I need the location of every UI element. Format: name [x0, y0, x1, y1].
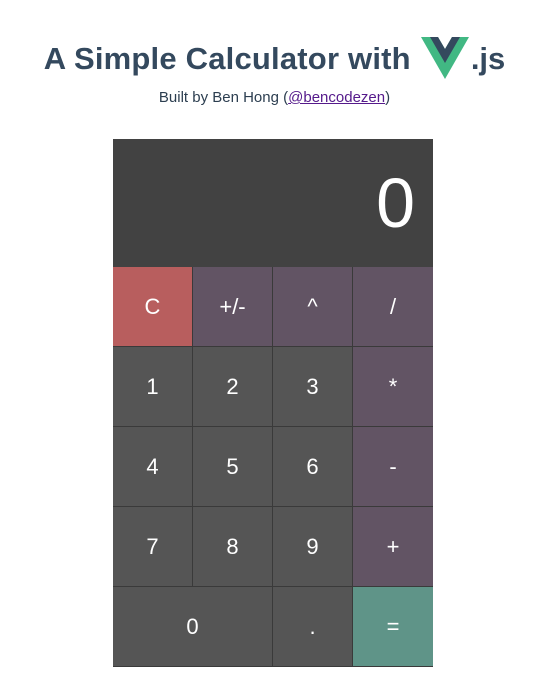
digit-9-button[interactable]: 9	[273, 507, 353, 587]
page-header: A Simple Calculator with .js	[0, 34, 549, 84]
digit-7-button[interactable]: 7	[113, 507, 193, 587]
digit-3-button[interactable]: 3	[273, 347, 353, 427]
author-link[interactable]: @bencodezen	[288, 89, 385, 106]
byline-close-paren: )	[385, 89, 391, 106]
digit-4-button[interactable]: 4	[113, 427, 193, 507]
decimal-button[interactable]: .	[273, 587, 353, 667]
digit-6-button[interactable]: 6	[273, 427, 353, 507]
digit-0-button[interactable]: 0	[113, 587, 273, 667]
digit-1-button[interactable]: 1	[113, 347, 193, 427]
digit-2-button[interactable]: 2	[193, 347, 273, 427]
digit-8-button[interactable]: 8	[193, 507, 273, 587]
multiply-button[interactable]: *	[353, 347, 433, 427]
power-button[interactable]: ^	[273, 267, 353, 347]
byline-text: Built by Ben Hong	[158, 89, 284, 106]
byline: Built by Ben Hong (@bencodezen)	[0, 89, 549, 106]
subtract-button[interactable]: -	[353, 427, 433, 507]
add-button[interactable]: +	[353, 507, 433, 587]
digit-5-button[interactable]: 5	[193, 427, 273, 507]
calculator: 0 C +/- ^ / 1 2 3 * 4 5 6 - 7 8 9 + 0 . …	[113, 139, 433, 667]
divide-button[interactable]: /	[353, 267, 433, 347]
calculator-display: 0	[113, 139, 433, 267]
clear-button[interactable]: C	[113, 267, 193, 347]
vue-logo-icon	[420, 37, 469, 79]
title-suffix: .js	[470, 41, 506, 76]
sign-toggle-button[interactable]: +/-	[193, 267, 273, 347]
page-title: A Simple Calculator with	[43, 41, 411, 76]
equals-button[interactable]: =	[353, 587, 433, 667]
